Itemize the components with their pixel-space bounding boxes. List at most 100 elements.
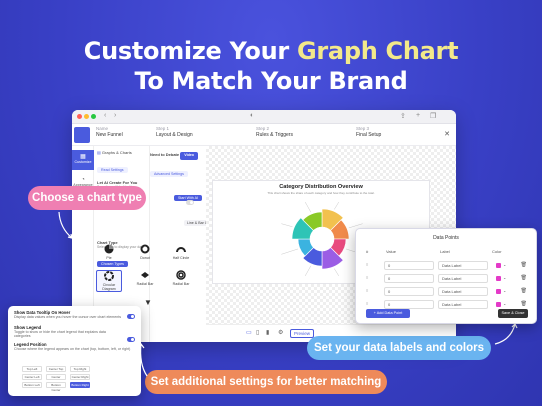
step-number: Step 3 — [356, 126, 370, 131]
step-1[interactable]: Step 1 Layout & Design — [156, 126, 193, 138]
panel-section-label: Graphs & Charts — [101, 150, 132, 155]
ai-card: Need to Debate Video Advanced Settings S… — [150, 146, 206, 201]
drag-handle-icon[interactable]: ≡ — [366, 262, 368, 267]
add-data-point-button[interactable]: + Add Data Point — [366, 309, 410, 318]
trash-icon[interactable]: 🗑 — [521, 262, 527, 268]
data-points-modal: Data Points # Value Label Color ≡ 0 Data… — [355, 228, 537, 324]
label-input[interactable]: Data Label — [438, 274, 488, 283]
leader-line — [304, 201, 312, 213]
nav-item-customize[interactable]: ▦ Customize — [72, 150, 94, 170]
drag-handle-icon[interactable]: ≡ — [366, 301, 368, 306]
position-bottom-right[interactable]: Bottom Right — [70, 382, 90, 388]
project-name[interactable]: Name New Funnel — [96, 126, 123, 138]
callout-data-labels: Set your data labels and colors — [307, 336, 491, 360]
position-bottom-left[interactable]: Bottom Left — [22, 382, 42, 388]
trash-icon[interactable]: 🗑 — [521, 275, 527, 281]
shield-icon: ◐ — [250, 112, 255, 119]
tab-advanced-settings[interactable]: Advanced Settings — [150, 170, 188, 177]
minimize-dot-icon[interactable] — [84, 114, 89, 119]
tooltip-toggle[interactable] — [127, 314, 135, 319]
header-label: Label — [440, 249, 450, 254]
drag-handle-icon[interactable]: ≡ — [366, 275, 368, 280]
position-center[interactable]: Center — [46, 374, 66, 380]
new-tab-icon[interactable]: + — [416, 112, 420, 119]
legend-toggle[interactable] — [127, 337, 135, 342]
chart-type-label: Donut — [140, 256, 150, 260]
tabs-icon[interactable]: ❐ — [430, 112, 436, 120]
preview-button[interactable]: Preview — [290, 329, 315, 338]
radial-bar-icon — [141, 272, 149, 278]
leader-line — [334, 268, 340, 277]
chart-type-half-circle[interactable]: Half Circle — [168, 244, 194, 266]
forward-arrow-icon[interactable]: › — [114, 112, 116, 119]
share-icon[interactable]: ⇪ — [400, 112, 406, 120]
chart-type-radial-bar-2[interactable]: Radial Bar — [168, 270, 194, 292]
settings-icon[interactable]: ⚙ — [278, 329, 283, 336]
color-swatch[interactable] — [496, 289, 501, 294]
chart-type-label: Radial Bar — [172, 282, 190, 286]
circular-diagram-icon — [104, 271, 114, 281]
chevron-down-icon[interactable]: ⌄ — [503, 301, 506, 306]
step-3[interactable]: Step 3 Final Setup — [356, 126, 381, 138]
step-2[interactable]: Step 2 Rules & Triggers — [256, 126, 293, 138]
mobile-icon[interactable]: ▮ — [266, 329, 269, 336]
tablet-icon[interactable]: ▯ — [256, 329, 259, 336]
step-number: Step 1 — [156, 126, 170, 131]
maximize-dot-icon[interactable] — [91, 114, 96, 119]
position-top-right[interactable]: Top Right — [70, 366, 90, 372]
chevron-down-icon[interactable]: ⌄ — [503, 275, 506, 280]
value-input[interactable]: 0 — [384, 261, 434, 270]
step-label: Final Setup — [356, 132, 382, 138]
label-input[interactable]: Data Label — [438, 261, 488, 270]
title-toggle[interactable] — [186, 200, 194, 205]
step-number: Step 2 — [256, 126, 270, 131]
label-input[interactable]: Data Label — [438, 287, 488, 296]
data-point-row: ≡ 0 Data Label ⌄ 🗑 — [362, 273, 530, 285]
tab-read-settings[interactable]: Read Settings — [97, 166, 128, 173]
chart-type-label: Radial Bar — [136, 282, 154, 286]
drag-handle-icon[interactable]: ≡ — [366, 288, 368, 293]
position-center-left[interactable]: Center Left — [22, 374, 42, 380]
close-icon[interactable]: ✕ — [444, 130, 450, 138]
pie-icon — [104, 244, 114, 254]
trash-icon[interactable]: 🗑 — [521, 288, 527, 294]
position-top-left[interactable]: Top Left — [22, 366, 42, 372]
color-swatch[interactable] — [496, 302, 501, 307]
label-input[interactable]: Data Label — [438, 300, 488, 309]
position-center-right[interactable]: Center Right — [70, 374, 90, 380]
value-input[interactable]: 0 — [384, 300, 434, 309]
chart-type-pie[interactable]: Pie — [96, 244, 122, 266]
back-arrow-icon[interactable]: ‹ — [104, 112, 106, 119]
chevron-down-icon[interactable]: ⌄ — [503, 288, 506, 293]
value-input[interactable]: 0 — [384, 287, 434, 296]
color-swatch[interactable] — [496, 263, 501, 268]
step-label: Layout & Design — [156, 132, 193, 138]
panel-section-title: ▤ Graphs & Charts — [97, 150, 146, 156]
desktop-icon[interactable]: ▭ — [246, 329, 252, 336]
editor-toolbar: Name New Funnel Step 1 Layout & Design S… — [72, 124, 456, 146]
color-swatch[interactable] — [496, 276, 501, 281]
video-tag[interactable]: Video — [180, 152, 198, 160]
leader-line — [281, 248, 299, 255]
chart-type-circular-diagram[interactable]: Circular Diagram — [96, 270, 122, 292]
chart-type-donut[interactable]: Donut — [132, 244, 158, 266]
position-bottom-center[interactable]: Bottom Center — [46, 382, 66, 392]
headline-part1: Customize Your — [83, 37, 297, 65]
save-close-button[interactable]: Save & Close — [498, 309, 528, 318]
position-center-top[interactable]: Center Top — [46, 366, 66, 372]
nav-label: Customize — [74, 160, 92, 164]
value-input[interactable]: 0 — [384, 274, 434, 283]
trash-icon[interactable]: 🗑 — [521, 301, 527, 307]
close-dot-icon[interactable] — [77, 114, 82, 119]
arrow-icon — [494, 322, 518, 345]
header-value: Value — [386, 249, 396, 254]
chevron-down-icon[interactable]: ⌄ — [503, 262, 506, 267]
arrow-icon — [137, 343, 148, 377]
need-label: Need to Debate — [150, 152, 180, 157]
chart-type-radial-bar[interactable]: Radial Bar — [132, 270, 158, 292]
legend-desc: Toggle to show or hide the chart legend … — [14, 329, 106, 339]
radial-bar-icon — [176, 270, 186, 280]
page-headline: Customize Your Graph Chart To Match Your… — [0, 36, 542, 96]
grid-icon: ▦ — [80, 154, 86, 160]
headline-highlight: Graph Chart — [296, 37, 459, 65]
